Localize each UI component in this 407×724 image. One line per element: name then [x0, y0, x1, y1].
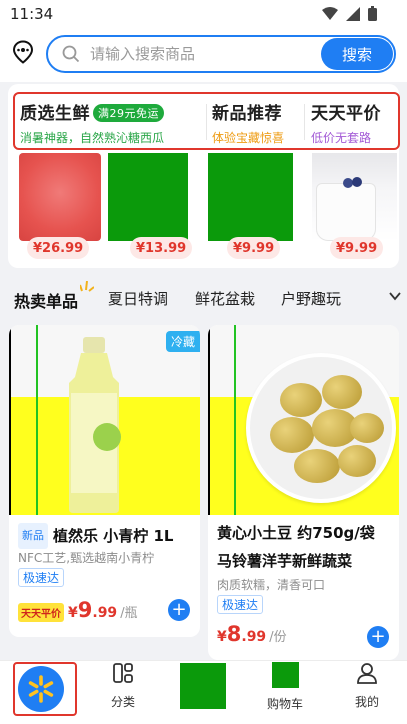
product-image: 冷藏: [9, 325, 200, 515]
search-button[interactable]: 搜索: [321, 38, 393, 70]
chevron-down-icon[interactable]: [389, 290, 401, 302]
search-icon: [62, 45, 80, 63]
yogurt-image[interactable]: [312, 153, 397, 241]
add-to-cart-button[interactable]: +: [367, 626, 389, 648]
price-unit: /份: [269, 630, 287, 645]
nav-category[interactable]: 分类: [93, 662, 153, 710]
tab-hot-items[interactable]: 热卖单品: [14, 288, 78, 312]
lime-juice-bottle: [69, 337, 121, 513]
divider: [234, 325, 236, 515]
potato: [280, 383, 322, 417]
express-tag: 极速达: [18, 568, 65, 587]
product-image-placeholder[interactable]: [108, 153, 188, 241]
product-title-line2: 马铃薯洋芋新鲜蔬菜: [217, 552, 353, 570]
tab-summer-drinks[interactable]: 夏日特调: [108, 288, 168, 309]
nav-category-label: 分类: [110, 695, 135, 709]
search-bar: 搜索: [46, 35, 396, 73]
promo-price: ¥9.99: [227, 237, 281, 259]
divider: [9, 325, 11, 515]
wifi-icon: [322, 6, 338, 20]
tab-outdoor-fun[interactable]: 户野趣玩: [281, 288, 341, 309]
potato: [350, 413, 384, 443]
status-time: 11:34: [10, 5, 54, 23]
system-icons: [322, 6, 377, 21]
potato: [270, 417, 314, 453]
watermelon-image[interactable]: [19, 153, 101, 241]
daily-low-tag: 天天平价: [18, 603, 64, 622]
search-input[interactable]: [90, 44, 310, 64]
potato-plate: [246, 353, 396, 503]
product-card[interactable]: 黄心小土豆 约750g/袋 马铃薯洋芋新鲜蔬菜 肉质软糯，清香可口 极速达 ¥8…: [208, 325, 399, 660]
add-to-cart-button[interactable]: +: [168, 599, 190, 621]
promo-highlight-frame: [13, 92, 400, 150]
tab-flowers-plants[interactable]: 鲜花盆栽: [195, 288, 255, 309]
search-header: 搜索: [0, 30, 407, 82]
price-row: ¥8.99 /份: [217, 622, 287, 646]
product-image: [208, 325, 399, 515]
product-title: 黄心小土豆 约750g/袋: [217, 524, 375, 542]
yogurt-cup: [316, 183, 376, 241]
price-unit: /瓶: [120, 606, 138, 621]
potato: [338, 445, 376, 477]
category-icon: [113, 663, 133, 683]
potato: [322, 375, 362, 409]
product-title: 新品 植然乐 小青柠 1L: [18, 523, 173, 549]
nav-mine-label: 我的: [354, 695, 379, 709]
price-row: 天天平价 ¥9.99 /瓶: [18, 598, 138, 622]
product-price: ¥8.99: [217, 622, 267, 646]
promo-price: ¥13.99: [130, 237, 193, 259]
product-desc: NFC工艺,甄选越南小青柠: [18, 551, 155, 565]
divider: [36, 325, 38, 515]
signal-icon: [346, 6, 360, 21]
status-bar: 11:34: [0, 0, 407, 30]
nav-highlight-frame: [13, 662, 77, 716]
user-icon: [357, 663, 377, 684]
product-image-placeholder[interactable]: [208, 153, 293, 241]
chilled-badge: 冷藏: [165, 331, 200, 352]
nav-mine[interactable]: 我的: [337, 662, 397, 710]
product-card[interactable]: 冷藏 新品 植然乐 小青柠 1L NFC工艺,甄选越南小青柠 极速达 天天平价 ¥…: [9, 325, 200, 637]
potato: [294, 449, 340, 483]
category-tabs: 热卖单品 夏日特调 鲜花盆栽 户野趣玩: [0, 276, 407, 320]
blueberry-icon: [343, 177, 362, 188]
product-desc: 肉质软糯，清香可口: [217, 578, 326, 592]
nav-cart-label[interactable]: 购物车: [255, 695, 315, 712]
battery-icon: [368, 6, 377, 21]
location-icon[interactable]: [11, 40, 35, 64]
cart-icon[interactable]: [272, 662, 299, 688]
promo-price: ¥26.99: [27, 237, 90, 259]
express-tag: 极速达: [217, 595, 264, 614]
divider: [208, 325, 210, 515]
new-tag: 新品: [18, 523, 48, 549]
promo-price: ¥9.99: [330, 237, 384, 259]
product-price: ¥9.99: [68, 598, 118, 622]
nav-image-placeholder[interactable]: [180, 663, 226, 709]
sparkle-icon: [80, 281, 94, 292]
